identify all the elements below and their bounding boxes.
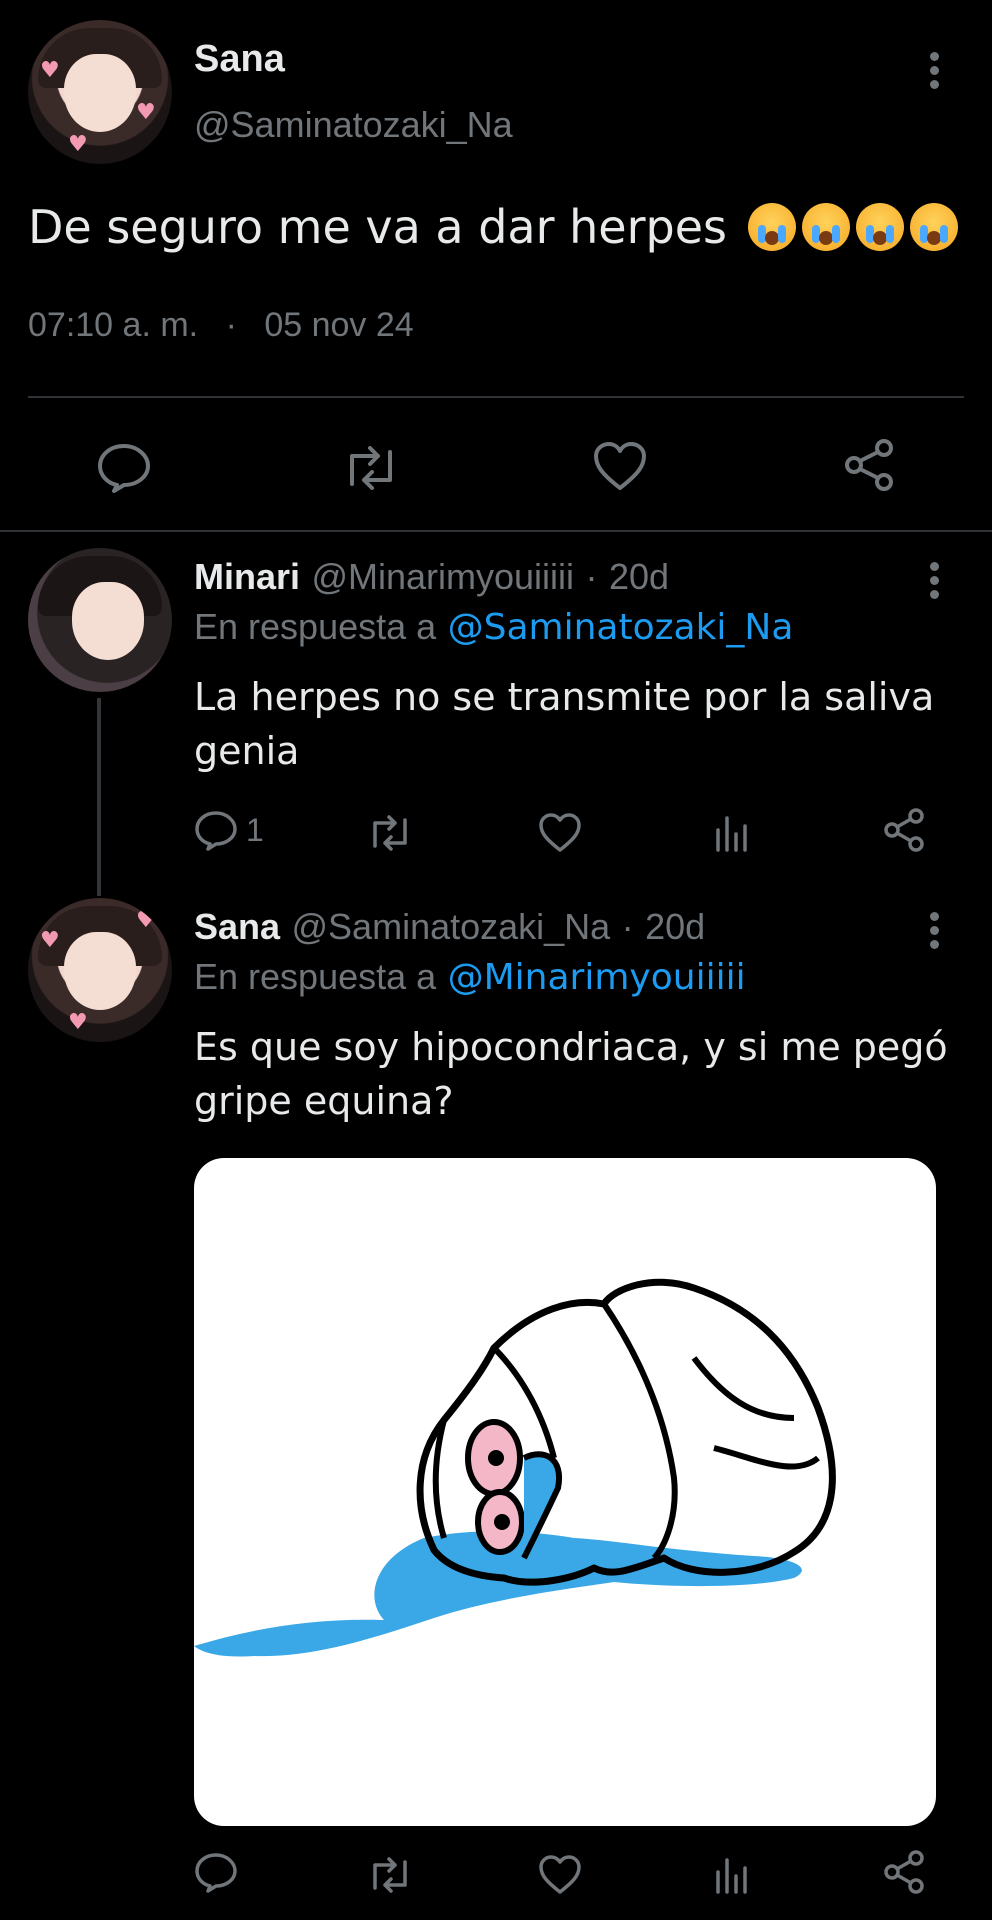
tweet-time[interactable]: 07:10 a. m.	[28, 306, 198, 344]
tweet-body: De seguro me va a dar herpes	[28, 200, 727, 254]
reply-text-line: genia	[194, 729, 300, 773]
reply-context-prefix: En respuesta a	[194, 956, 437, 997]
reply-text-line: gripe equina?	[194, 1079, 454, 1123]
reply-count: 1	[246, 812, 264, 848]
reply-author-handle[interactable]: @Minarimyouiiiii	[311, 556, 574, 597]
tweet-date[interactable]: 05 nov 24	[264, 306, 413, 344]
crying-emoji-icon	[909, 203, 958, 251]
author-name[interactable]: Sana	[194, 38, 285, 81]
reply-text-line: La herpes no se transmite por la saliva	[194, 675, 935, 719]
retweet-icon[interactable]	[340, 444, 402, 492]
reply-author-name[interactable]: Minari	[194, 556, 300, 597]
reply-context-link[interactable]: @Saminatozaki_Na	[448, 607, 794, 648]
reply-text: Es que soy hipocondriaca, y si me pegó g…	[194, 1020, 948, 1128]
views-icon[interactable]	[712, 1852, 752, 1894]
reply-context: En respuesta a @Saminatozaki_Na	[194, 606, 793, 648]
crying-emoji-icon	[747, 203, 796, 251]
reply-age[interactable]: 20d	[645, 906, 705, 947]
dot: ·	[621, 906, 634, 947]
like-icon[interactable]	[592, 440, 648, 492]
retweet-icon[interactable]	[366, 1856, 414, 1894]
more-options-icon[interactable]	[928, 562, 940, 604]
avatar-minari[interactable]	[28, 548, 172, 692]
reply-text-line: Es que soy hipocondriaca, y si me pegó	[194, 1025, 948, 1069]
reply-header: Minari @Minarimyouiiiii · 20d	[194, 556, 669, 598]
reply-header: Sana @Saminatozaki_Na · 20d	[194, 906, 705, 948]
like-icon[interactable]	[538, 812, 582, 854]
tweet-media-image[interactable]	[194, 1158, 936, 1826]
crying-emoji-icon	[801, 203, 850, 251]
crying-emoji-icon	[855, 203, 904, 251]
divider	[28, 396, 964, 398]
reply-icon[interactable]	[194, 810, 238, 852]
retweet-icon[interactable]	[366, 814, 414, 852]
reply-context-prefix: En respuesta a	[194, 606, 437, 647]
timestamp-row: 07:10 a. m. · 05 nov 24	[28, 306, 414, 345]
reply-context: En respuesta a @Minarimyouiiiii	[194, 956, 746, 998]
reply-text: La herpes no se transmite por la saliva …	[194, 670, 934, 778]
reply-age[interactable]: 20d	[609, 556, 669, 597]
like-icon[interactable]	[538, 1854, 582, 1896]
more-options-icon[interactable]	[928, 912, 940, 954]
more-options-icon[interactable]	[928, 52, 940, 94]
separator: ·	[225, 306, 237, 344]
share-icon[interactable]	[882, 808, 926, 852]
section-divider	[0, 530, 992, 532]
reply-icon[interactable]	[194, 1852, 238, 1894]
thread-connector	[97, 698, 101, 896]
author-handle[interactable]: @Saminatozaki_Na	[194, 104, 513, 146]
reply-icon[interactable]	[96, 442, 152, 494]
reply-author-handle[interactable]: @Saminatozaki_Na	[292, 906, 611, 947]
crying-wojak-drawing	[194, 1278, 836, 1657]
share-icon[interactable]	[882, 1850, 926, 1894]
avatar-sana[interactable]: ♥ ♥ ♥	[28, 898, 172, 1042]
share-icon[interactable]	[842, 438, 896, 492]
reply-context-link[interactable]: @Minarimyouiiiii	[448, 957, 746, 998]
reply-author-name[interactable]: Sana	[194, 906, 280, 947]
avatar-sana[interactable]: ♥ ♥ ♥	[28, 20, 172, 164]
dot: ·	[585, 556, 598, 597]
views-icon[interactable]	[712, 810, 752, 852]
tweet-text: De seguro me va a dar herpes	[28, 200, 958, 254]
